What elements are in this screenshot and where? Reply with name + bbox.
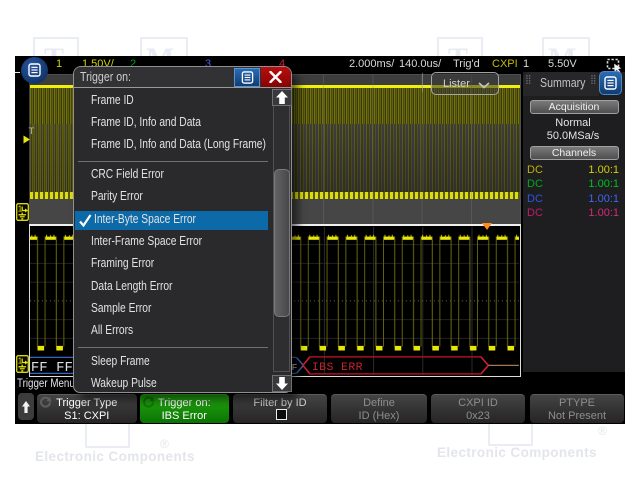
svg-text:FF FF: FF FF	[31, 359, 73, 375]
svg-text:IBS ERR: IBS ERR	[312, 360, 363, 373]
